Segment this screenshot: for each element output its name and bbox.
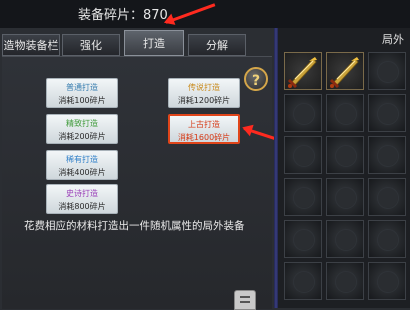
- inventory-slot[interactable]: [284, 220, 322, 258]
- tab-enhance[interactable]: 强化: [62, 34, 120, 56]
- fine-forge-cost: 消耗200碎片: [58, 132, 106, 141]
- tab-creation-equipment[interactable]: 造物装备栏: [2, 34, 60, 56]
- help-icon[interactable]: ?: [244, 67, 268, 91]
- inventory-slot[interactable]: [326, 94, 364, 132]
- inventory-slot[interactable]: [368, 52, 406, 90]
- rare-forge-title: 稀有打造: [66, 155, 98, 164]
- forge-description: 花费相应的材料打造出一件随机属性的局外装备: [24, 220, 245, 232]
- tab-disassemble[interactable]: 分解: [188, 34, 246, 56]
- equipment-fragments-count: 装备碎片：870: [78, 8, 168, 23]
- inventory-slot[interactable]: [368, 178, 406, 216]
- inventory-slot[interactable]: [284, 136, 322, 174]
- top-bar: [0, 0, 410, 28]
- tab-forge[interactable]: 打造: [124, 30, 184, 56]
- inventory-slot[interactable]: [326, 262, 364, 300]
- ancient-forge-cost: 消耗1600碎片: [177, 133, 231, 142]
- normal-forge-cost: 消耗100碎片: [58, 96, 106, 105]
- legend-forge-cost: 消耗1200碎片: [177, 96, 231, 105]
- menu-icon[interactable]: [234, 290, 256, 310]
- rare-forge-cost: 消耗400碎片: [58, 168, 106, 177]
- inventory-slot[interactable]: [368, 94, 406, 132]
- inventory-slot[interactable]: [284, 262, 322, 300]
- ancient-forge-button[interactable]: 上古打造 消耗1600碎片: [168, 114, 240, 144]
- legend-forge-button[interactable]: 传说打造 消耗1200碎片: [168, 78, 240, 108]
- golden-sword-icon: [286, 55, 319, 90]
- inventory-slot[interactable]: [368, 220, 406, 258]
- inventory-slot[interactable]: [284, 94, 322, 132]
- inventory-title: 局外: [382, 33, 404, 46]
- inventory-slot-sword-1[interactable]: [284, 52, 322, 90]
- legend-forge-title: 传说打造: [188, 83, 220, 92]
- epic-forge-title: 史诗打造: [66, 189, 98, 198]
- inventory-slot[interactable]: [326, 220, 364, 258]
- tab-bar: 造物装备栏 强化 打造 分解: [0, 30, 272, 56]
- fine-forge-button[interactable]: 精致打造 消耗200碎片: [46, 114, 118, 144]
- ancient-forge-title: 上古打造: [188, 120, 220, 129]
- inventory-slot[interactable]: [368, 136, 406, 174]
- normal-forge-title: 普通打造: [66, 83, 98, 92]
- inventory-slot[interactable]: [326, 136, 364, 174]
- epic-forge-cost: 消耗800碎片: [58, 202, 106, 211]
- inventory-slot[interactable]: [284, 178, 322, 216]
- normal-forge-button[interactable]: 普通打造 消耗100碎片: [46, 78, 118, 108]
- golden-sword-icon: [328, 55, 361, 90]
- fine-forge-title: 精致打造: [66, 119, 98, 128]
- inventory-slot-sword-2[interactable]: [326, 52, 364, 90]
- epic-forge-button[interactable]: 史诗打造 消耗800碎片: [46, 184, 118, 214]
- inventory-slot[interactable]: [326, 178, 364, 216]
- rare-forge-button[interactable]: 稀有打造 消耗400碎片: [46, 150, 118, 180]
- inventory-slot[interactable]: [368, 262, 406, 300]
